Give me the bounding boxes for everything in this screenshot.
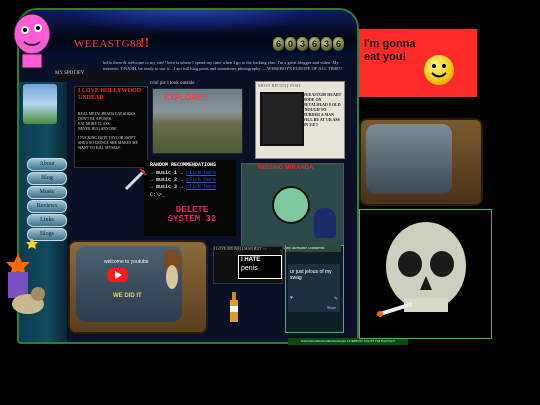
spotify-widget[interactable]: MY SPOTIFY — [55, 71, 143, 81]
comments-header: my awesome comments — [286, 245, 341, 252]
smoking-skull-icon — [377, 222, 466, 317]
random-header: RANDOM RECOMMENDATIONS — [150, 162, 217, 168]
comment-actions: ♥ ✎ — [290, 296, 338, 304]
recommendation-item: → music 2 → click here — [150, 177, 216, 183]
dog-image — [12, 287, 45, 314]
rec-label: → music 3 → — [150, 184, 184, 190]
counter-digit: 6 — [309, 37, 320, 51]
recent-post-header: MOST RECENT POST — [258, 83, 302, 88]
recommendation-item: → music 3 → click here — [150, 184, 216, 190]
love-panel-title: I LOVE HOLLYWOOD UNDEAD — [78, 88, 142, 101]
tv-right-screen — [366, 124, 452, 194]
counter-digit: 0 — [285, 37, 296, 51]
syringe-icon — [124, 168, 147, 191]
intro-text: hello there & welcome to my site!! here … — [103, 60, 342, 71]
love-panel-list: REAL METALHEADS EAT SOCKS DON'T BE A POS… — [78, 112, 144, 151]
recent-post-text: WEEASTG88 HEART MODE ON METALHEAD 8 OLD … — [302, 92, 342, 127]
sidebar-landscape-image — [23, 84, 57, 124]
cartoon-character-image — [272, 186, 310, 224]
bottle-icon — [230, 292, 238, 322]
nav-links-button[interactable]: Links — [27, 214, 67, 227]
counter-digit: 6 — [333, 37, 344, 51]
balloon-label: I LOVE MY BALLMAN BUT >> — [214, 247, 267, 251]
comment-share-link[interactable]: Share — [327, 305, 336, 310]
visitor-counter: 6 0 3 6 3 6 — [273, 37, 344, 51]
cartoon-title: MISSING MIRANDA — [258, 165, 314, 171]
smiley-face-icon — [424, 55, 454, 85]
penguin-image — [314, 208, 336, 238]
rec-link[interactable]: click here — [186, 170, 216, 176]
cartoon-panel — [241, 163, 344, 249]
youtube-play-button[interactable] — [108, 268, 128, 282]
cool-pic-label: cool pic i took outside — [150, 81, 195, 86]
pink-character-icon — [13, 13, 51, 69]
site-title: WEEASTG88 — [74, 38, 143, 50]
play-icon — [115, 271, 122, 279]
rec-link[interactable]: click here — [186, 184, 216, 190]
hate-penis-text: penis — [241, 265, 258, 272]
counter-digit: 3 — [297, 37, 308, 51]
cool-pic-overlay: EXPLORE!! — [164, 93, 208, 102]
we-did-it-text: WE DID IT — [113, 293, 142, 299]
command-prompt: C:\>_ — [150, 192, 166, 198]
site-title-exclaim: !! — [140, 36, 150, 51]
edit-icon[interactable]: ✎ — [334, 296, 338, 304]
heart-icon[interactable]: ♥ — [290, 296, 293, 304]
love-panel-footer: I FUCKING HATE TAYLOR SWIFT SHE'S SO CRI… — [78, 136, 138, 150]
counter-digit: 3 — [321, 37, 332, 51]
recent-post-image — [260, 92, 304, 146]
nav-about-button[interactable]: About — [27, 158, 67, 171]
recommendation-item: → music 1 → click here — [150, 170, 216, 176]
rec-label: → music 2 → — [150, 177, 184, 183]
rec-label: → music 1 → — [150, 170, 184, 176]
youtube-label: welcome to youtube — [104, 259, 149, 265]
comment-text: ur just jelous of my swag — [290, 269, 332, 281]
header-wave-decoration — [19, 10, 357, 32]
dog-head-image — [163, 249, 181, 289]
counter-digit: 6 — [273, 37, 284, 51]
nav-reviews-button[interactable]: Reviews — [27, 200, 67, 213]
nav-blog-button[interactable]: Blog — [27, 172, 67, 185]
rec-link[interactable]: click here — [186, 177, 216, 183]
skull-panel — [359, 209, 492, 339]
delete-system32-text: DELETE SYSTEM 32 — [167, 205, 217, 224]
nav-music-button[interactable]: Music — [27, 186, 67, 199]
list-item: NEVER HUG ANYONE — [78, 127, 117, 131]
hate-text: I HATE — [241, 257, 261, 263]
